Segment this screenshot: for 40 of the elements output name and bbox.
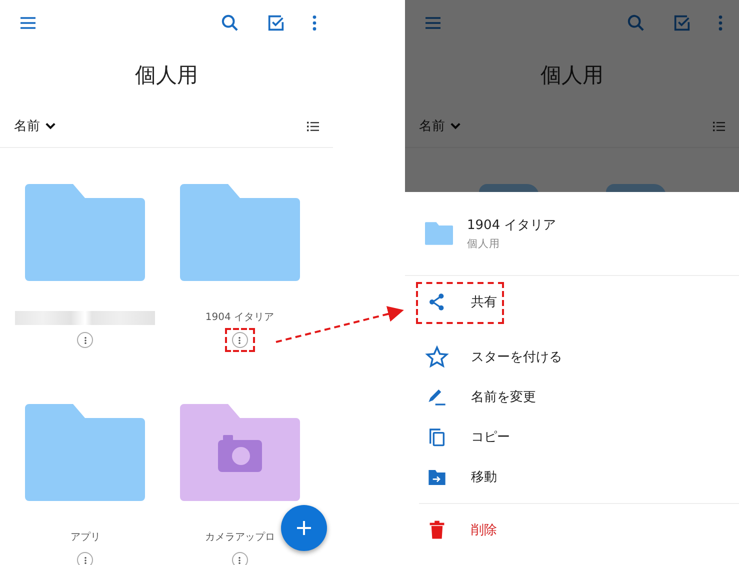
- more-icon: [238, 556, 242, 564]
- menu-item[interactable]: スターを付ける: [471, 348, 562, 366]
- folder-name: アプリ: [70, 531, 100, 545]
- menu-item[interactable]: 共有: [471, 293, 497, 311]
- plus-icon: [296, 520, 312, 536]
- sort-button[interactable]: 名前: [14, 117, 56, 135]
- page-title: 個人用: [540, 62, 604, 89]
- search-icon[interactable]: [220, 12, 240, 32]
- more-icon: [238, 336, 242, 344]
- file-name: 1904 イタリア: [467, 217, 556, 234]
- more-options-button[interactable]: [232, 332, 248, 348]
- folder-name: 1904 イタリア: [205, 311, 274, 325]
- page-title: 個人用: [134, 62, 199, 89]
- menu-item[interactable]: コピー: [471, 428, 510, 446]
- checkbox-icon[interactable]: [672, 12, 692, 32]
- more-options-button[interactable]: [232, 552, 248, 565]
- more-options-button[interactable]: [77, 552, 94, 565]
- more-icon[interactable]: [718, 12, 723, 32]
- move-folder-icon: [427, 468, 447, 486]
- more-icon[interactable]: [312, 12, 317, 32]
- star-icon: [425, 345, 449, 369]
- menu-item[interactable]: 名前を変更: [471, 388, 536, 406]
- folder-name: カメラアップロ: [204, 531, 275, 545]
- copy-icon: [427, 426, 447, 448]
- more-options-button[interactable]: [77, 332, 94, 348]
- file-location: 個人用: [467, 237, 501, 251]
- pencil-icon: [427, 387, 447, 407]
- sort-button[interactable]: 名前: [419, 117, 461, 135]
- menu-item[interactable]: 移動: [471, 468, 497, 486]
- camera-folder-icon: [180, 404, 300, 501]
- chevron-down-icon: [45, 122, 56, 130]
- chevron-down-icon: [450, 122, 461, 130]
- add-button[interactable]: [281, 505, 327, 551]
- more-icon: [84, 336, 87, 344]
- checkbox-icon[interactable]: [266, 12, 286, 32]
- search-icon[interactable]: [626, 12, 646, 32]
- trash-icon: [429, 520, 445, 540]
- menu-item[interactable]: 削除: [471, 521, 497, 539]
- more-icon: [84, 556, 87, 564]
- list-view-icon[interactable]: [307, 120, 319, 132]
